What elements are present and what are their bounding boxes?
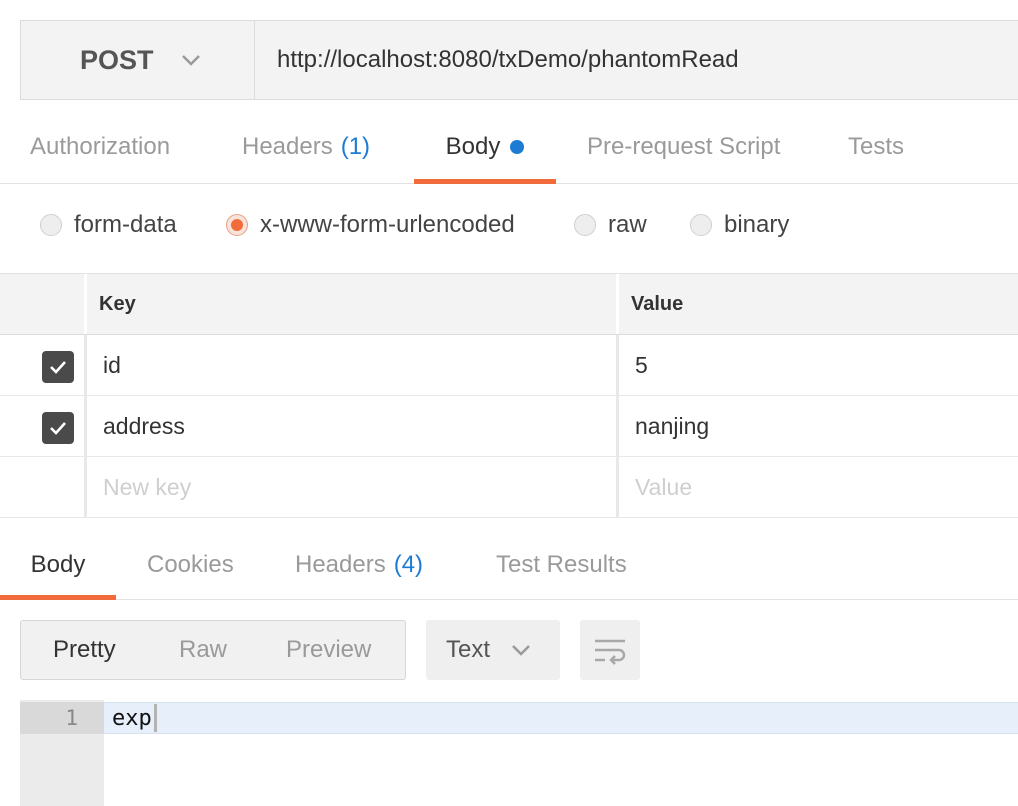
checkmark-icon — [50, 361, 66, 374]
request-bar: POST http://localhost:8080/txDemo/phanto… — [20, 20, 1018, 100]
chevron-down-icon — [181, 55, 200, 66]
format-label: Text — [446, 636, 491, 663]
active-tab-underline — [414, 179, 556, 184]
view-raw-button[interactable]: Raw — [179, 621, 227, 679]
line-number-gutter: 1 — [20, 700, 104, 806]
radio-x-www-form-urlencoded[interactable]: x-www-form-urlencoded — [226, 186, 515, 264]
request-tabs: Authorization Headers (1) Body Pre-reque… — [0, 110, 1018, 184]
key-column-header: Key — [84, 274, 616, 334]
tab-label: Body — [445, 132, 501, 160]
tab-label: Headers — [295, 550, 386, 578]
row-checkbox[interactable] — [42, 351, 74, 383]
radio-circle-icon — [574, 214, 596, 236]
tab-label: Authorization — [30, 132, 171, 160]
method-label: POST — [80, 44, 154, 75]
wrap-lines-button[interactable] — [580, 620, 640, 680]
response-editor[interactable]: 1 exp — [20, 700, 1018, 806]
tab-authorization[interactable]: Authorization — [30, 110, 170, 183]
view-preview-button[interactable]: Preview — [286, 621, 371, 679]
code-line[interactable]: exp — [104, 702, 1018, 734]
tab-body[interactable]: Body — [414, 110, 556, 184]
code-text: exp — [112, 705, 152, 731]
radio-form-data[interactable]: form-data — [40, 186, 177, 264]
format-select[interactable]: Text — [426, 620, 560, 680]
view-mode-selector: Pretty Raw Preview — [20, 620, 406, 680]
radio-raw[interactable]: raw — [574, 186, 647, 264]
radio-label: form-data — [74, 211, 177, 238]
modified-dot-icon — [510, 139, 525, 154]
tab-response-headers[interactable]: Headers (4) — [295, 530, 423, 599]
key-input[interactable]: address — [84, 396, 616, 456]
chevron-down-icon — [512, 645, 530, 656]
value-column-header: Value — [616, 274, 1018, 334]
tab-cookies[interactable]: Cookies — [147, 530, 234, 599]
tab-label: Body — [30, 550, 86, 578]
radio-label: binary — [724, 211, 790, 238]
view-pretty-button[interactable]: Pretty — [53, 621, 116, 679]
postman-window: POST http://localhost:8080/txDemo/phanto… — [0, 0, 1018, 806]
tab-response-body[interactable]: Body — [0, 530, 116, 600]
text-cursor — [153, 704, 157, 732]
checkmark-icon — [50, 422, 66, 435]
method-select[interactable]: POST — [21, 21, 255, 99]
new-key-input[interactable]: New key — [84, 457, 616, 517]
tab-label: Tests — [848, 132, 905, 160]
row-checkbox[interactable] — [42, 412, 74, 444]
tab-pre-request-script[interactable]: Pre-request Script — [587, 110, 780, 183]
line-number: 1 — [65, 706, 78, 730]
tab-label: Pre-request Script — [587, 132, 781, 160]
radio-circle-icon — [40, 214, 62, 236]
radio-selected-icon — [226, 214, 248, 236]
active-tab-underline — [0, 595, 116, 600]
tab-label: Cookies — [147, 550, 234, 578]
url-text: http://localhost:8080/txDemo/phantomRead — [277, 46, 739, 73]
table-row: id 5 — [0, 335, 1018, 396]
radio-label: raw — [608, 211, 647, 238]
tab-headers[interactable]: Headers (1) — [242, 110, 370, 183]
active-line-gutter — [20, 702, 104, 734]
url-input[interactable]: http://localhost:8080/txDemo/phantomRead — [255, 21, 1018, 99]
tab-count-badge: (1) — [340, 132, 371, 160]
tab-label: Test Results — [496, 550, 627, 578]
tab-tests[interactable]: Tests — [848, 110, 904, 183]
params-table-header: Key Value — [0, 274, 1018, 335]
value-input[interactable]: 5 — [616, 335, 1018, 395]
params-table: Key Value id 5 address nanjing New key V… — [0, 274, 1018, 518]
wrap-lines-icon — [595, 639, 626, 665]
tab-test-results[interactable]: Test Results — [496, 530, 627, 599]
response-tabs: Body Cookies Headers (4) Test Results — [0, 530, 1018, 600]
tab-count-badge: (4) — [393, 550, 424, 578]
radio-binary[interactable]: binary — [690, 186, 789, 264]
new-param-row: New key Value — [0, 457, 1018, 518]
radio-circle-icon — [690, 214, 712, 236]
tab-label: Headers — [242, 132, 333, 160]
new-value-input[interactable]: Value — [616, 457, 1018, 517]
key-input[interactable]: id — [84, 335, 616, 395]
value-input[interactable]: nanjing — [616, 396, 1018, 456]
body-type-selector: form-data x-www-form-urlencoded raw bina… — [0, 186, 1018, 274]
radio-label: x-www-form-urlencoded — [260, 211, 515, 238]
table-row: address nanjing — [0, 396, 1018, 457]
